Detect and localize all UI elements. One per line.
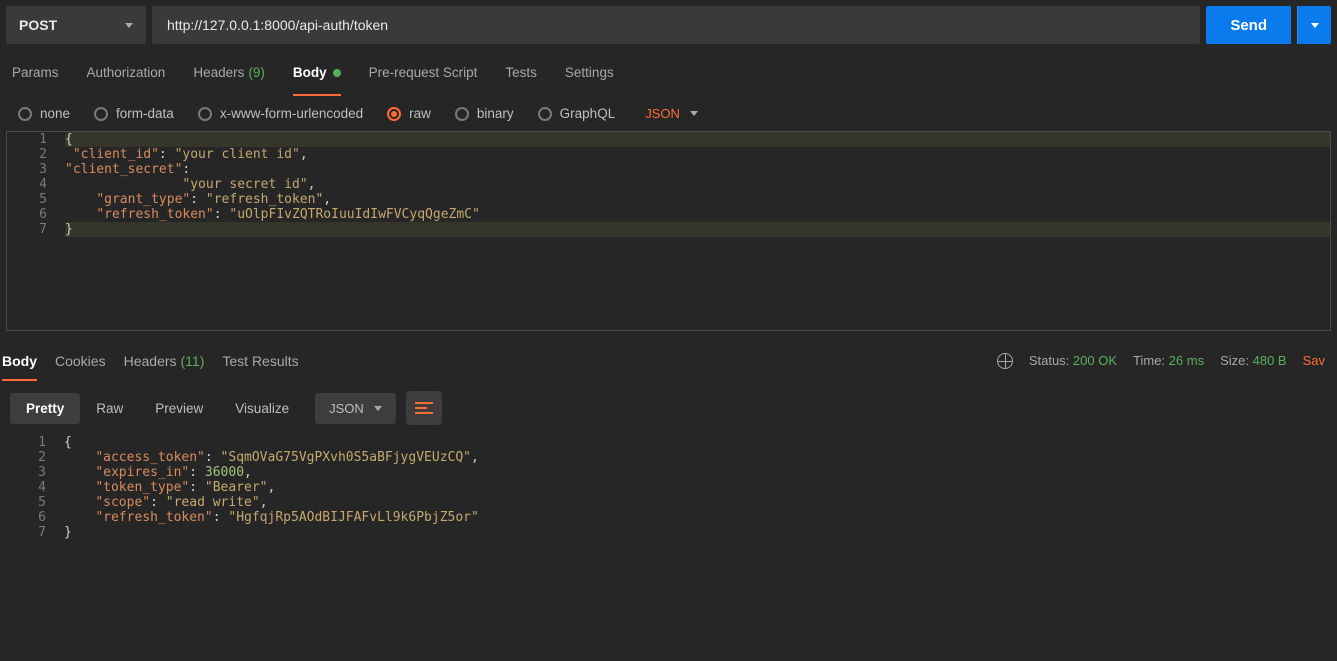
response-tab-test-results[interactable]: Test Results: [222, 341, 298, 380]
tab-pre-request[interactable]: Pre-request Script: [369, 50, 478, 95]
modified-dot-icon: [333, 69, 341, 77]
line-number: 1: [7, 132, 65, 147]
response-view-switch: Pretty Raw Preview Visualize: [10, 393, 305, 424]
radio-icon: [18, 107, 32, 121]
line-number: 2: [7, 147, 65, 162]
line-number: 4: [6, 480, 64, 495]
http-method-select[interactable]: POST: [6, 6, 146, 44]
view-pretty[interactable]: Pretty: [10, 393, 80, 424]
line-number: 5: [7, 192, 65, 207]
tab-settings[interactable]: Settings: [565, 50, 614, 95]
radio-icon: [387, 107, 401, 121]
status-label: Status: 200 OK: [1029, 353, 1117, 368]
view-preview[interactable]: Preview: [139, 393, 219, 424]
tab-body-label: Body: [293, 65, 327, 80]
globe-icon[interactable]: [997, 353, 1013, 369]
http-method-value: POST: [19, 17, 57, 33]
tab-body[interactable]: Body: [293, 50, 341, 95]
send-options-button[interactable]: [1297, 6, 1331, 44]
time-label: Time: 26 ms: [1133, 353, 1204, 368]
line-number: 3: [7, 162, 65, 177]
response-tab-headers[interactable]: Headers (11): [124, 341, 205, 380]
radio-raw[interactable]: raw: [387, 106, 431, 121]
line-number: 3: [6, 465, 64, 480]
line-number: 7: [7, 222, 65, 237]
chevron-down-icon: [1311, 23, 1319, 28]
wrap-icon: [415, 402, 433, 414]
radio-binary[interactable]: binary: [455, 106, 514, 121]
tab-headers[interactable]: Headers (9): [193, 50, 265, 95]
radio-urlencoded[interactable]: x-www-form-urlencoded: [198, 106, 363, 121]
radio-icon: [198, 107, 212, 121]
response-tab-body[interactable]: Body: [2, 341, 37, 380]
line-number: 1: [6, 435, 64, 450]
line-number: 6: [6, 510, 64, 525]
request-body-editor[interactable]: 1{ 2 "client_id": "your client id", 3"cl…: [6, 131, 1331, 331]
line-number: 2: [6, 450, 64, 465]
response-body-viewer[interactable]: 1{ 2 "access_token": "SqmOVaG75VgPXvh0S5…: [6, 435, 1331, 540]
radio-icon: [94, 107, 108, 121]
radio-icon: [538, 107, 552, 121]
line-number: 6: [7, 207, 65, 222]
tab-headers-label: Headers: [193, 65, 244, 80]
tab-tests[interactable]: Tests: [505, 50, 537, 95]
size-label: Size: 480 B: [1220, 353, 1287, 368]
radio-none[interactable]: none: [18, 106, 70, 121]
line-number: 4: [7, 177, 65, 192]
response-tab-cookies[interactable]: Cookies: [55, 341, 106, 380]
url-input[interactable]: [152, 6, 1200, 44]
save-response-link[interactable]: Sav: [1303, 353, 1325, 368]
line-number: 7: [6, 525, 64, 540]
chevron-down-icon: [374, 406, 382, 411]
headers-count: (9): [248, 65, 265, 80]
view-visualize[interactable]: Visualize: [219, 393, 305, 424]
response-format-select[interactable]: JSON: [315, 393, 396, 424]
tab-params[interactable]: Params: [12, 50, 59, 95]
send-button[interactable]: Send: [1206, 6, 1291, 44]
tab-authorization[interactable]: Authorization: [87, 50, 166, 95]
wrap-lines-button[interactable]: [406, 391, 442, 425]
radio-form-data[interactable]: form-data: [94, 106, 174, 121]
chevron-down-icon: [125, 23, 133, 28]
chevron-down-icon: [690, 111, 698, 116]
line-number: 5: [6, 495, 64, 510]
view-raw[interactable]: Raw: [80, 393, 139, 424]
radio-icon: [455, 107, 469, 121]
radio-graphql[interactable]: GraphQL: [538, 106, 616, 121]
body-format-select[interactable]: JSON: [645, 106, 698, 121]
